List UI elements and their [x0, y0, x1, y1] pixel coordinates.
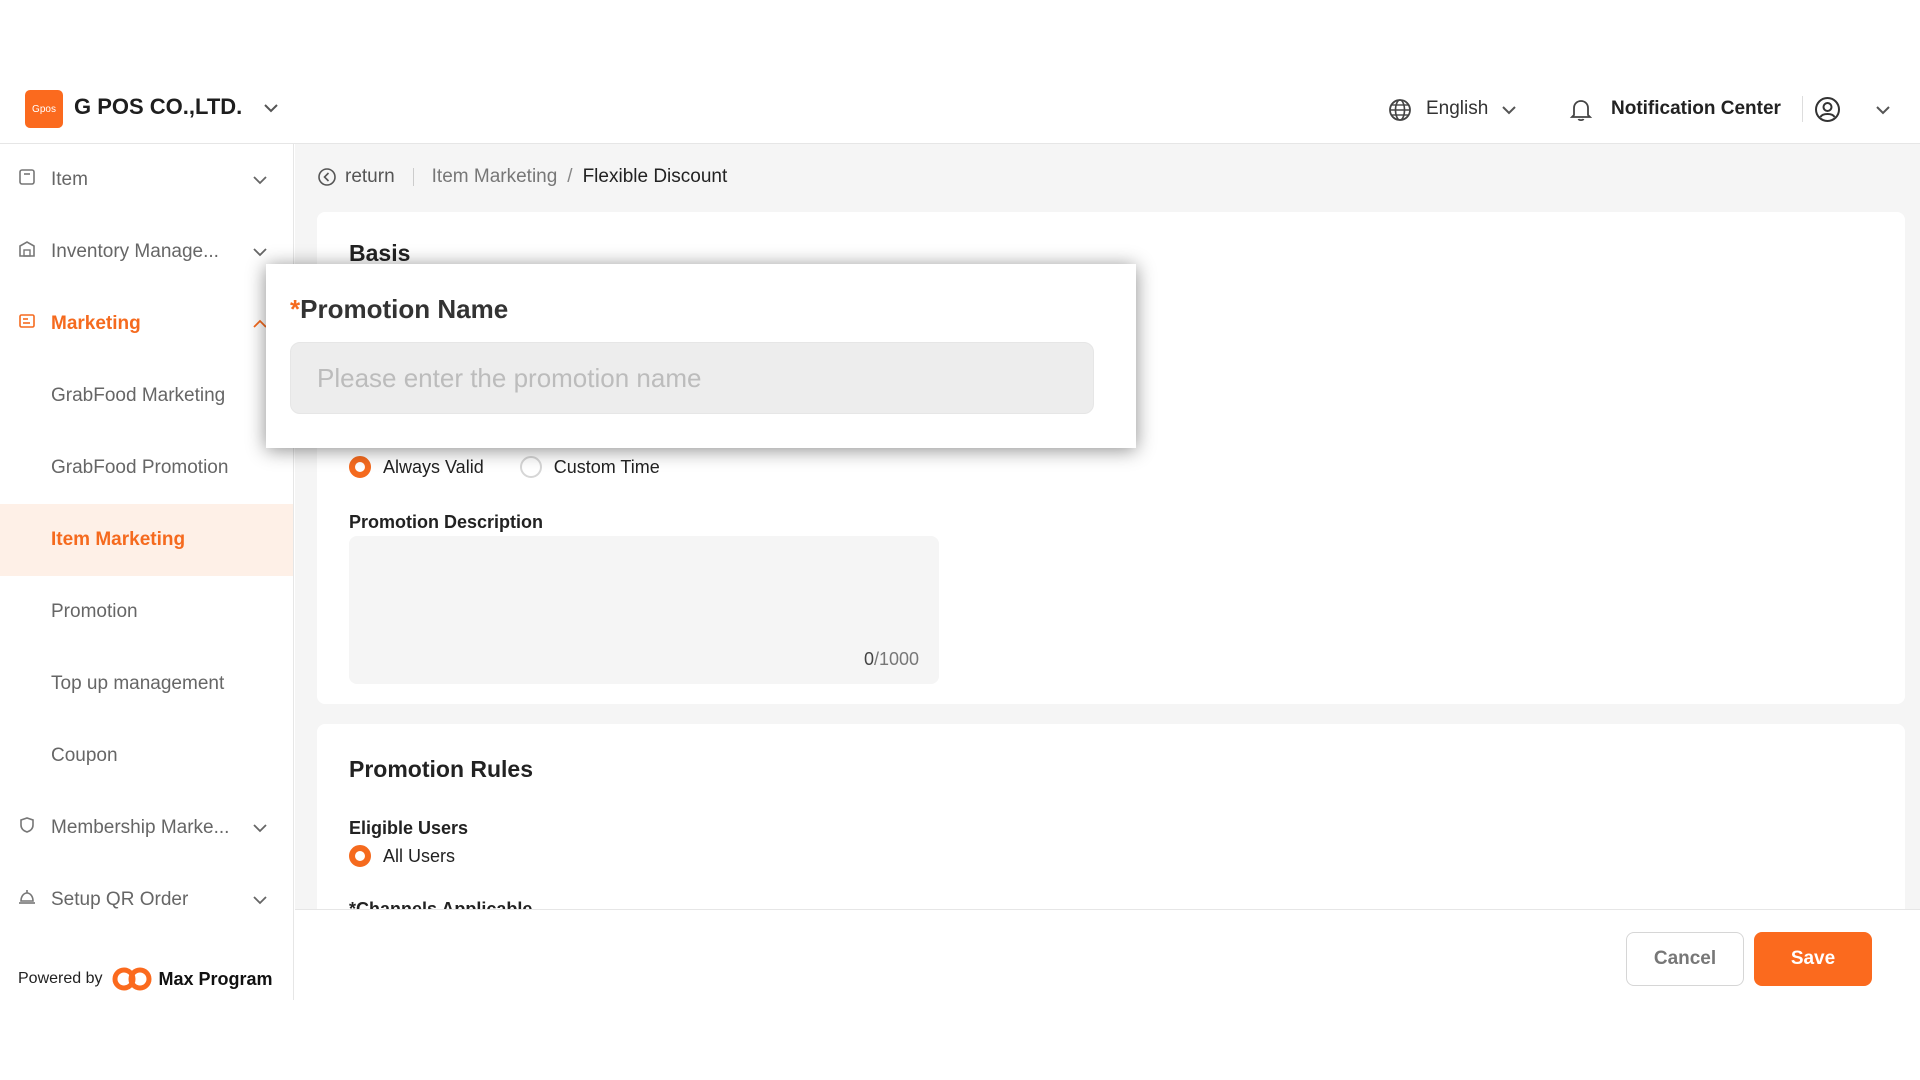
sidebar-item-grabfood-marketing[interactable]: GrabFood Marketing: [0, 360, 293, 432]
promotion-rules-card: Promotion Rules Eligible Users All Users…: [317, 724, 1905, 909]
sidebar-item-item[interactable]: Item: [0, 144, 293, 216]
promotion-name-highlight: *Promotion Name: [266, 264, 1136, 448]
sidebar-item-coupon[interactable]: Coupon: [0, 720, 293, 792]
radio-all-users[interactable]: [349, 845, 371, 867]
chevron-down-icon[interactable]: [262, 99, 280, 117]
promotion-rules-title: Promotion Rules: [349, 756, 534, 782]
sidebar-item-label: Setup QR Order: [51, 889, 189, 910]
sidebar-item-inventory[interactable]: Inventory Manage...: [0, 216, 293, 288]
promotion-name-label: *Promotion Name: [290, 294, 508, 325]
sidebar-item-label: Item: [51, 169, 88, 190]
company-name[interactable]: G POS CO.,LTD.: [74, 94, 242, 120]
sidebar-item-grabfood-promotion[interactable]: GrabFood Promotion: [0, 432, 293, 504]
sidebar-item-label: GrabFood Marketing: [51, 385, 226, 406]
sidebar-item-marketing[interactable]: Marketing: [0, 288, 293, 360]
service-bell-icon: [19, 890, 35, 904]
eligible-users-label: Eligible Users: [349, 818, 469, 838]
header-divider: [1802, 96, 1803, 122]
user-avatar-icon[interactable]: [1814, 96, 1841, 123]
sidebar-item-label: Top up management: [51, 673, 225, 694]
radio-always-valid[interactable]: [349, 456, 371, 478]
sidebar-item-label: Membership Marke...: [51, 817, 230, 838]
chevron-down-icon[interactable]: [1874, 101, 1892, 119]
action-footer: Cancel Save: [295, 909, 1920, 1000]
char-max: /1000: [873, 649, 919, 669]
bottom-whitespace: [0, 1000, 1920, 1080]
sidebar-item-label: Inventory Manage...: [51, 241, 219, 262]
top-header: Gpos G POS CO.,LTD. English Notification…: [0, 74, 1920, 144]
chevron-down-icon: [253, 176, 267, 185]
char-count: 0: [863, 649, 874, 669]
promotion-name-label-text: Promotion Name: [300, 294, 509, 324]
sidebar-item-label: GrabFood Promotion: [51, 457, 229, 478]
basis-title: Basis: [349, 240, 411, 266]
marketing-icon: [19, 314, 35, 328]
validity-radio-group: Always Valid Custom Time: [349, 456, 660, 478]
max-program-brand: Max Program: [158, 968, 273, 989]
language-selector[interactable]: English: [1426, 98, 1488, 120]
radio-custom-time[interactable]: [519, 456, 542, 478]
item-icon: [19, 169, 35, 185]
powered-by-label: Powered by: [18, 970, 103, 987]
channels-label: *Channels Applicable: [349, 900, 532, 909]
breadcrumb-separator: /: [567, 166, 573, 187]
sidebar-item-top-up[interactable]: Top up management: [0, 648, 293, 720]
description-textarea[interactable]: 0/1000: [349, 536, 939, 684]
save-button[interactable]: Save: [1754, 932, 1872, 986]
warehouse-icon: [19, 241, 35, 257]
chevron-down-icon: [253, 896, 267, 905]
sidebar-nav: Item Inventory Manage... Marketing GrabF…: [0, 144, 294, 1000]
logo-text: Gpos: [32, 103, 56, 115]
powered-by-footer: Powered by Max Program: [18, 966, 273, 992]
required-mark: *: [290, 294, 301, 324]
company-logo: Gpos: [25, 90, 63, 128]
return-link[interactable]: return: [345, 166, 395, 188]
return-icon[interactable]: [317, 167, 337, 187]
breadcrumb: return Item Marketing / Flexible Discoun…: [317, 166, 727, 188]
main-content: return Item Marketing / Flexible Discoun…: [295, 144, 1920, 909]
breadcrumb-current: Flexible Discount: [582, 166, 728, 187]
sidebar-item-membership[interactable]: Membership Marke...: [0, 792, 293, 864]
membership-icon: [20, 817, 34, 833]
max-program-logo-icon: [112, 967, 151, 991]
radio-label[interactable]: Always Valid: [383, 457, 484, 478]
char-counter: 0/1000: [864, 649, 919, 670]
sidebar-item-item-marketing[interactable]: Item Marketing: [0, 504, 293, 576]
sidebar-item-label: Coupon: [51, 745, 118, 766]
chevron-down-icon[interactable]: [1500, 101, 1518, 119]
eligible-users-radio-group: All Users: [349, 845, 455, 867]
radio-label[interactable]: Custom Time: [554, 457, 660, 478]
description-label: Promotion Description: [349, 512, 544, 532]
radio-label[interactable]: All Users: [383, 846, 455, 867]
breadcrumb-item-marketing[interactable]: Item Marketing: [432, 166, 558, 188]
notification-center-link[interactable]: Notification Center: [1611, 98, 1781, 120]
globe-icon[interactable]: [1388, 98, 1412, 122]
promotion-name-input[interactable]: [290, 342, 1094, 414]
sidebar-item-label: Marketing: [51, 313, 141, 334]
sidebar-item-setup-qr-order[interactable]: Setup QR Order: [0, 864, 293, 936]
sidebar-item-label: Item Marketing: [51, 529, 186, 550]
breadcrumb-divider: [412, 168, 414, 186]
sidebar-item-promotion[interactable]: Promotion: [0, 576, 293, 648]
bell-icon[interactable]: [1568, 96, 1594, 122]
chevron-down-icon: [253, 248, 267, 257]
cancel-button[interactable]: Cancel: [1626, 932, 1744, 986]
sidebar-item-label: Promotion: [51, 601, 138, 622]
chevron-down-icon: [253, 824, 267, 833]
